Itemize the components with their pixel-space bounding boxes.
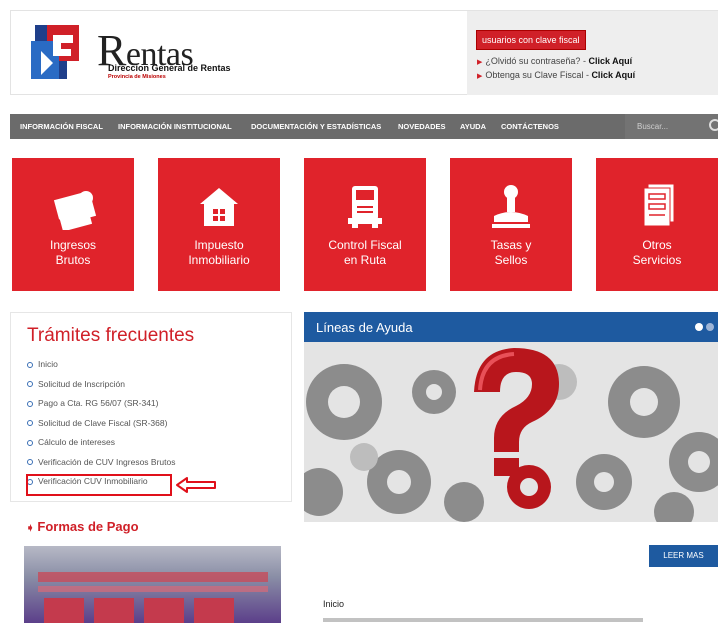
search-box[interactable]: Buscar...: [625, 114, 718, 139]
clave-fiscal-panel: usuarios con clave fiscal ▶ ¿Olvidó su co…: [467, 11, 718, 95]
get-clave-fiscal-link[interactable]: ▶ Obtenga su Clave Fiscal - Click Aquí: [477, 70, 635, 80]
formas-de-pago-image[interactable]: [24, 546, 281, 623]
tile-tasas-sellos[interactable]: Tasas y Sellos: [450, 158, 572, 291]
money-stack-icon: [53, 191, 97, 230]
image-bar: [38, 572, 268, 582]
tile-label: Tasas y Sellos: [490, 238, 532, 267]
documents-icon: [643, 183, 675, 227]
news-text-line: [323, 618, 643, 622]
circle-bullet-icon: [27, 381, 33, 388]
image-block: [144, 598, 184, 623]
tile-label: Otros Servicios: [632, 238, 682, 267]
triangle-right-icon: ▶: [477, 73, 483, 80]
carousel-dot-active[interactable]: [695, 323, 703, 331]
logo-subtitle: Direccion General de Rentas: [108, 63, 231, 73]
rentas-logo-icon[interactable]: [27, 21, 87, 83]
leer-mas-button[interactable]: LEER MAS: [649, 545, 718, 567]
tile-otros-servicios[interactable]: Otros Servicios: [596, 158, 718, 291]
clave-fiscal-badge[interactable]: usuarios con clave fiscal: [476, 30, 586, 50]
highlight-box: [26, 474, 172, 496]
image-block: [44, 598, 84, 623]
forgot-password-link[interactable]: ▶ ¿Olvidó su contraseña? - Click Aquí: [477, 56, 632, 66]
help-banner-image[interactable]: [304, 342, 718, 522]
lineas-ayuda-title: Líneas de Ayuda: [316, 320, 413, 335]
lineas-ayuda-header: Líneas de Ayuda: [304, 312, 718, 342]
tile-control-fiscal[interactable]: Control Fiscal en Ruta: [304, 158, 426, 291]
main-nav: INFORMACIÓN FISCAL INFORMACIÓN INSTITUCI…: [10, 114, 718, 139]
truck-icon: [348, 186, 382, 228]
image-block: [194, 598, 234, 623]
tramite-pago-cta[interactable]: Pago a Cta. RG 56/07 (SR-341): [27, 398, 175, 418]
news-section-title: Inicio: [323, 599, 345, 609]
nav-ayuda[interactable]: AYUDA: [460, 122, 486, 131]
arrow-left-icon: [176, 477, 216, 493]
nav-informacion-institucional[interactable]: INFORMACIÓN INSTITUCIONAL: [118, 122, 232, 131]
site-header: Rentas Direccion General de Rentas Provi…: [10, 10, 718, 95]
circle-bullet-icon: [27, 420, 33, 427]
house-icon: [200, 188, 238, 226]
image-bar: [38, 586, 268, 592]
tramite-inicio[interactable]: Inicio: [27, 359, 175, 379]
circle-bullet-icon: [27, 400, 33, 407]
nav-informacion-fiscal[interactable]: INFORMACIÓN FISCAL: [20, 122, 103, 131]
tile-label: Control Fiscal en Ruta: [328, 238, 402, 267]
carousel-dot[interactable]: [706, 323, 714, 331]
tile-label: Impuesto Inmobiliario: [188, 238, 250, 267]
logo-province: Provincia de Misiones: [108, 74, 166, 80]
question-gears-icon: [304, 342, 718, 522]
tile-impuesto-inmobiliario[interactable]: Impuesto Inmobiliario: [158, 158, 280, 291]
search-input[interactable]: Buscar...: [637, 122, 668, 131]
formas-de-pago-link[interactable]: ➧ Formas de Pago: [26, 519, 139, 534]
circle-bullet-icon: [27, 439, 33, 446]
tile-label: Ingresos Brutos: [49, 238, 97, 267]
tramite-solicitud-clave[interactable]: Solicitud de Clave Fiscal (SR-368): [27, 418, 175, 438]
tramite-calculo-intereses[interactable]: Cálculo de intereses: [27, 437, 175, 457]
arrow-right-icon: ➧: [26, 523, 35, 534]
circle-bullet-icon: [27, 459, 33, 466]
nav-contactenos[interactable]: CONTÁCTENOS: [501, 122, 559, 131]
circle-bullet-icon: [27, 361, 33, 368]
stamp-icon: [492, 185, 530, 228]
tramites-title: Trámites frecuentes: [27, 325, 195, 346]
nav-novedades[interactable]: NOVEDADES: [398, 122, 446, 131]
tramite-solicitud-inscripcion[interactable]: Solicitud de Inscripción: [27, 379, 175, 399]
image-block: [94, 598, 134, 623]
tile-ingresos-brutos[interactable]: Ingresos Brutos: [12, 158, 134, 291]
nav-documentacion[interactable]: DOCUMENTACIÓN Y ESTADÍSTICAS: [251, 122, 381, 131]
triangle-right-icon: ▶: [477, 59, 483, 66]
search-icon[interactable]: [709, 119, 718, 131]
